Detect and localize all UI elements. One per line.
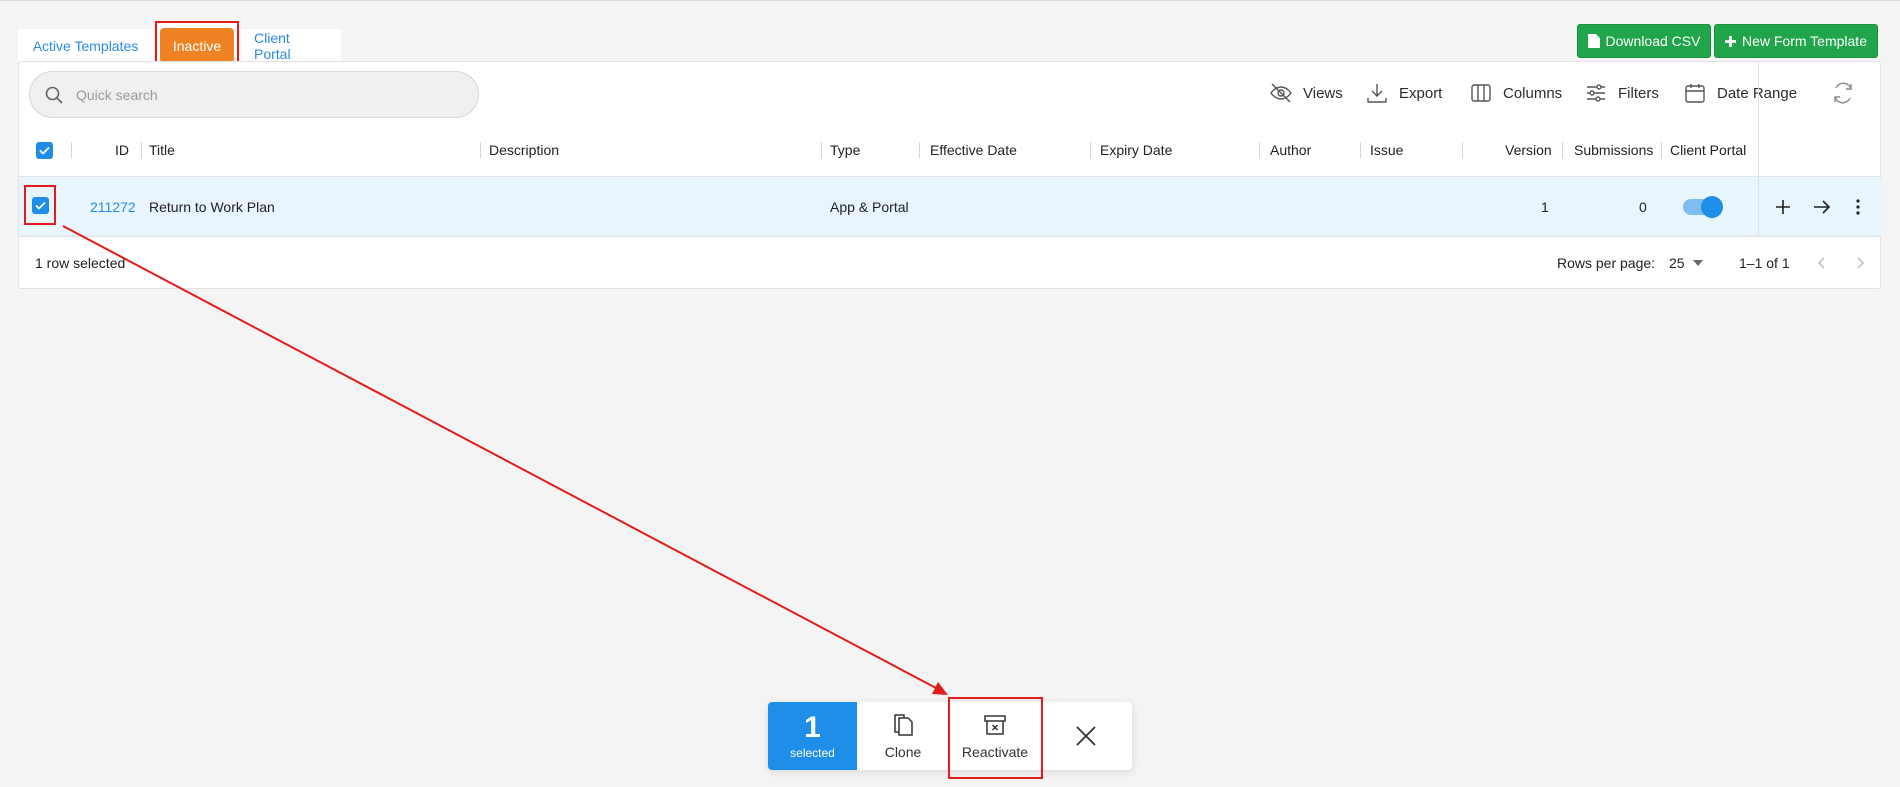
columns-button[interactable]: Columns <box>1469 81 1562 105</box>
selected-rows-text: 1 row selected <box>35 255 126 271</box>
client-portal-toggle[interactable] <box>1683 196 1723 218</box>
refresh-icon <box>1834 82 1852 104</box>
arrow-line <box>62 225 937 689</box>
tab-inactive[interactable]: Inactive <box>160 28 234 63</box>
column-separator <box>1562 142 1563 158</box>
download-icon <box>1367 84 1387 103</box>
selected-count: 1 <box>804 711 821 744</box>
quick-search <box>29 71 479 118</box>
row-select-checkbox[interactable] <box>31 196 49 214</box>
caret-down-icon <box>1692 260 1703 266</box>
rows-per-page-value: 25 <box>1669 255 1685 271</box>
columns-icon <box>1471 84 1491 102</box>
more-vertical-icon[interactable] <box>1846 195 1870 219</box>
column-header-title[interactable]: Title <box>149 123 175 177</box>
download-csv-label: Download CSV <box>1605 33 1701 49</box>
column-header-client-portal[interactable]: Client Portal <box>1670 123 1746 177</box>
quick-search-input[interactable] <box>76 86 456 103</box>
rows-per-page-label: Rows per page: <box>1557 255 1656 271</box>
column-separator <box>919 142 920 158</box>
column-separator <box>1462 142 1463 158</box>
bulk-action-bar: 1 selected Clone Reactivate <box>768 702 1132 770</box>
tab-active-templates[interactable]: Active Templates <box>18 29 153 62</box>
search-icon <box>45 86 63 104</box>
top-divider <box>0 0 1900 1</box>
actions-column-divider <box>1758 62 1759 237</box>
new-form-template-label: New Form Template <box>1741 33 1867 49</box>
column-separator <box>1360 142 1361 158</box>
refresh-button[interactable] <box>1831 81 1855 105</box>
clone-button[interactable]: Clone <box>857 702 949 770</box>
toggle-knob <box>1701 196 1723 218</box>
archive-icon <box>984 715 1006 735</box>
column-separator <box>141 142 142 158</box>
row-type: App & Portal <box>830 199 909 215</box>
column-header-id[interactable]: ID <box>115 123 129 177</box>
selected-count-badge: 1 selected <box>768 702 857 770</box>
row-id-link[interactable]: 211272 <box>90 199 136 215</box>
close-icon <box>1075 726 1096 746</box>
column-header-effective-date[interactable]: Effective Date <box>930 123 1017 177</box>
filters-label: Filters <box>1618 84 1659 102</box>
table-header: ID Title Description Type Effective Date… <box>19 123 1882 177</box>
plus-icon <box>1724 35 1736 47</box>
sliders-icon <box>1587 84 1605 102</box>
row-version: 1 <box>1541 199 1549 215</box>
select-all-cell <box>36 123 53 177</box>
column-separator <box>821 142 822 158</box>
column-separator <box>1090 142 1091 158</box>
row-submissions: 0 <box>1639 199 1647 215</box>
file-icon <box>1587 34 1600 48</box>
column-header-issue[interactable]: Issue <box>1370 123 1403 177</box>
chevron-left-icon[interactable] <box>1814 255 1830 271</box>
new-form-template-button[interactable]: New Form Template <box>1714 24 1878 58</box>
arrow-head <box>932 682 948 695</box>
checkmark-icon <box>34 201 46 210</box>
column-header-description[interactable]: Description <box>489 123 559 177</box>
column-header-version[interactable]: Version <box>1505 123 1552 177</box>
rows-per-page-select[interactable]: 25 <box>1669 237 1703 289</box>
select-all-checkbox[interactable] <box>36 141 53 159</box>
column-header-author[interactable]: Author <box>1270 123 1311 177</box>
plus-icon[interactable] <box>1771 195 1795 219</box>
column-separator <box>480 142 481 158</box>
eye-off-icon <box>1270 83 1292 103</box>
column-separator <box>1259 142 1260 158</box>
reactivate-button[interactable]: Reactivate <box>949 702 1041 770</box>
row-checkbox-highlight <box>24 185 56 225</box>
row-client-portal-cell <box>1683 177 1723 237</box>
tab-client-portal[interactable]: Client Portal <box>241 29 341 62</box>
row-id-cell: 211272 <box>90 177 136 237</box>
download-csv-button[interactable]: Download CSV <box>1577 24 1711 58</box>
copy-icon <box>894 714 913 736</box>
columns-label: Columns <box>1503 84 1563 102</box>
column-header-expiry-date[interactable]: Expiry Date <box>1100 123 1172 177</box>
export-label: Export <box>1399 84 1443 102</box>
calendar-icon <box>1685 84 1705 103</box>
chevron-right-icon[interactable] <box>1852 255 1868 271</box>
filters-button[interactable]: Filters <box>1584 81 1659 105</box>
row-title: Return to Work Plan <box>149 199 275 215</box>
table-footer: 1 row selected Rows per page: 25 1–1 of … <box>19 237 1882 289</box>
close-bulk-bar-button[interactable] <box>1041 702 1130 770</box>
reactivate-label: Reactivate <box>961 744 1029 760</box>
column-header-submissions[interactable]: Submissions <box>1574 123 1653 177</box>
checkmark-icon <box>39 146 50 155</box>
clone-label: Clone <box>884 744 922 760</box>
arrow-right-icon[interactable] <box>1810 195 1834 219</box>
column-separator <box>1661 142 1662 158</box>
views-label: Views <box>1303 84 1343 102</box>
export-button[interactable]: Export <box>1365 81 1442 105</box>
templates-table-card: Views Export Columns Filters Date Range … <box>18 61 1882 289</box>
pagination-range: 1–1 of 1 <box>1739 255 1790 271</box>
column-separator <box>71 142 72 158</box>
column-header-type[interactable]: Type <box>830 123 860 177</box>
views-button[interactable]: Views <box>1269 81 1343 105</box>
date-range-button[interactable]: Date Range <box>1683 81 1797 105</box>
selected-count-label: selected <box>790 746 835 760</box>
table-row[interactable]: 211272 Return to Work Plan App & Portal … <box>19 177 1882 237</box>
